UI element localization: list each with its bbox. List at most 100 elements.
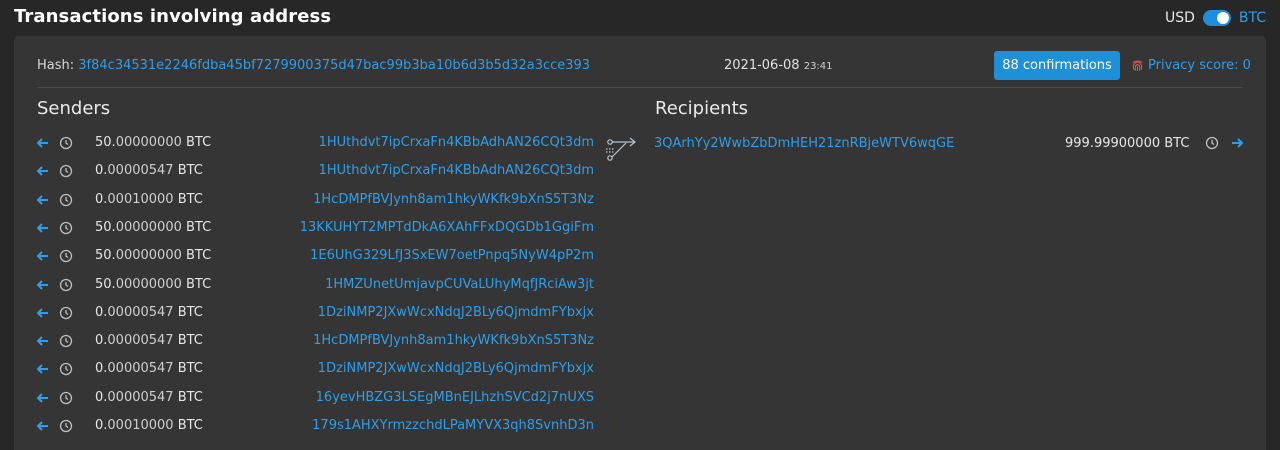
sender-row: 50.00000000 BTC 1HMZUnetUmjavpCUVaLUhyMqf… xyxy=(14,272,614,300)
sender-row: 0.00010000 BTC 179s1AHXYrmzzchdLPaMYVX3qh… xyxy=(14,413,614,441)
sender-row: 0.00000547 BTC 1DziNMP2JXwWcxNdqJ2BLy6Qjm… xyxy=(14,300,614,328)
clock-icon[interactable] xyxy=(59,419,73,433)
recipient-amount: 999.99900000 BTC xyxy=(1065,136,1189,151)
sender-address-link[interactable]: 16yevHBZG3LSEgMBnEJLhzhSVCd2j7nUXS xyxy=(316,390,594,405)
sender-row: 0.00000547 BTC 1HUthdvt7ipCrxaFn4KBbAdhAN… xyxy=(14,158,614,186)
clock-icon[interactable] xyxy=(59,362,73,376)
clock-icon[interactable] xyxy=(59,391,73,405)
sender-amount-unit: BTC xyxy=(181,135,212,150)
hash-line: Hash: 3f84c34531e2246fdba45bf7279900375d… xyxy=(37,58,590,73)
transaction-card: Hash: 3f84c34531e2246fdba45bf7279900375d… xyxy=(14,36,1266,450)
sender-amount: 0.00010000 BTC xyxy=(95,192,203,207)
clock-icon[interactable] xyxy=(59,249,73,263)
sender-address-link[interactable]: 1DziNMP2JXwWcxNdqJ2BLy6QjmdmFYbxjx xyxy=(318,305,594,320)
sender-amount-unit: BTC xyxy=(173,389,203,405)
sender-amount-int: 50. xyxy=(95,248,116,264)
sender-amount-dec: 00000547 xyxy=(107,163,174,179)
arrow-left-icon[interactable] xyxy=(36,278,50,292)
clock-icon[interactable] xyxy=(1205,136,1219,150)
currency-toggle[interactable]: USD BTC xyxy=(1165,10,1266,26)
sender-row: 0.00010000 BTC 1HcDMPfBVJynh8am1hkyWKfk9b… xyxy=(14,187,614,215)
arrow-left-icon[interactable] xyxy=(36,334,50,348)
sender-amount-unit: BTC xyxy=(173,163,203,179)
sender-address-link[interactable]: 1HUthdvt7ipCrxaFn4KBbAdhAN26CQt3dm xyxy=(319,163,594,178)
sender-amount: 0.00010000 BTC xyxy=(95,418,203,433)
recipient-amount-unit: BTC xyxy=(1160,136,1190,151)
sender-amount: 0.00000547 BTC xyxy=(95,390,203,405)
sender-amount-int: 0. xyxy=(95,333,108,349)
sender-amount: 50.00000000 BTC xyxy=(95,220,211,235)
arrow-left-icon[interactable] xyxy=(36,419,50,433)
sender-address-link[interactable]: 13KKUHYT2MPTdDkA6XAhFFxDQGDb1GgiFm xyxy=(300,220,594,235)
arrow-left-icon[interactable] xyxy=(36,306,50,320)
recipient-row: 3QArhYy2WwbZbDmHEH21znRBjeWTV6wqGE 999.9… xyxy=(654,132,1254,160)
sender-address-link[interactable]: 1E6UhG329LfJ3SxEW7oetPnpq5NyW4pP2m xyxy=(310,248,594,263)
sender-address-link[interactable]: 179s1AHXYrmzzchdLPaMYVX3qh8SvnhD3n xyxy=(312,418,594,433)
sender-address-link[interactable]: 1HUthdvt7ipCrxaFn4KBbAdhAN26CQt3dm xyxy=(319,135,594,150)
arrow-left-icon[interactable] xyxy=(36,193,50,207)
sender-row: 0.00000547 BTC 1DziNMP2JXwWcxNdqJ2BLy6Qjm… xyxy=(14,356,614,384)
sender-amount: 50.00000000 BTC xyxy=(95,248,211,263)
time-value: 23:41 xyxy=(803,61,833,72)
sender-amount-unit: BTC xyxy=(181,276,212,292)
transactions-page: Transactions involving address USD BTC H… xyxy=(0,0,1280,450)
arrow-right-icon[interactable] xyxy=(1230,136,1244,150)
clock-icon[interactable] xyxy=(59,221,73,235)
senders-title: Senders xyxy=(37,98,111,119)
clock-icon[interactable] xyxy=(59,278,73,292)
recipient-amount-dec: 99900000 xyxy=(1093,136,1161,151)
sender-amount-int: 0. xyxy=(95,389,108,405)
sender-address-link[interactable]: 1HcDMPfBVJynh8am1hkyWKfk9bXnS5T3Nz xyxy=(313,192,594,207)
sender-amount-dec: 00000547 xyxy=(107,361,174,377)
sender-amount-dec: 00000547 xyxy=(107,333,174,349)
sender-amount-int: 0. xyxy=(95,163,108,179)
sender-amount: 50.00000000 BTC xyxy=(95,135,211,150)
date-value: 2021-06-08 xyxy=(724,58,800,73)
clock-icon[interactable] xyxy=(59,193,73,207)
arrow-left-icon[interactable] xyxy=(36,249,50,263)
confirmations-badge[interactable]: 88 confirmations xyxy=(994,51,1120,80)
clock-icon[interactable] xyxy=(59,306,73,320)
currency-usd-label[interactable]: USD xyxy=(1165,10,1195,26)
privacy-score-text: Privacy score: 0 xyxy=(1148,58,1251,73)
arrow-left-icon[interactable] xyxy=(36,362,50,376)
arrow-left-icon[interactable] xyxy=(36,391,50,405)
sender-amount-unit: BTC xyxy=(181,248,212,264)
privacy-score-link[interactable]: Privacy score: 0 xyxy=(1131,58,1251,73)
arrow-left-icon[interactable] xyxy=(36,136,50,150)
sender-amount-int: 0. xyxy=(95,304,108,320)
currency-btc-label[interactable]: BTC xyxy=(1239,10,1266,26)
page-title: Transactions involving address xyxy=(14,6,332,27)
sender-address-link[interactable]: 1HMZUnetUmjavpCUVaLUhyMqfJRciAw3jt xyxy=(325,277,594,292)
transaction-header: Hash: 3f84c34531e2246fdba45bf7279900375d… xyxy=(14,36,1266,91)
recipients-title: Recipients xyxy=(655,98,749,119)
transaction-date: 2021-06-08 23:41 xyxy=(724,58,833,73)
clock-icon[interactable] xyxy=(59,334,73,348)
sender-address-link[interactable]: 1DziNMP2JXwWcxNdqJ2BLy6QjmdmFYbxjx xyxy=(318,361,594,376)
sender-amount: 0.00000547 BTC xyxy=(95,333,203,348)
fingerprint-icon xyxy=(1131,59,1144,72)
sender-amount-int: 50. xyxy=(95,219,116,235)
sender-amount-dec: 00010000 xyxy=(107,418,174,433)
sender-amount-unit: BTC xyxy=(173,333,203,349)
sender-address-link[interactable]: 1HcDMPfBVJynh8am1hkyWKfk9bXnS5T3Nz xyxy=(313,333,594,348)
currency-switch[interactable] xyxy=(1202,10,1231,26)
clock-icon[interactable] xyxy=(59,164,73,178)
sender-amount-dec: 00000547 xyxy=(107,304,174,320)
arrow-left-icon[interactable] xyxy=(36,221,50,235)
arrow-left-icon[interactable] xyxy=(36,164,50,178)
sender-amount-dec: 00000000 xyxy=(115,219,182,235)
sender-amount-dec: 00000547 xyxy=(107,389,174,405)
clock-icon[interactable] xyxy=(59,136,73,150)
sender-row: 50.00000000 BTC 1E6UhG329LfJ3SxEW7oetPnpq… xyxy=(14,243,614,271)
recipient-amount-int: 999. xyxy=(1065,136,1094,151)
hash-link[interactable]: 3f84c34531e2246fdba45bf7279900375d47bac9… xyxy=(78,58,590,73)
sender-amount-dec: 00000000 xyxy=(115,135,182,150)
sender-amount: 50.00000000 BTC xyxy=(95,277,211,292)
recipient-address-link[interactable]: 3QArhYy2WwbZbDmHEH21znRBjeWTV6wqGE xyxy=(654,136,954,151)
sender-amount-unit: BTC xyxy=(173,304,203,320)
sender-amount-dec: 00000000 xyxy=(115,248,182,264)
sender-amount-int: 0. xyxy=(95,191,108,207)
sender-amount-int: 0. xyxy=(95,361,108,377)
sender-amount-unit: BTC xyxy=(173,191,203,207)
